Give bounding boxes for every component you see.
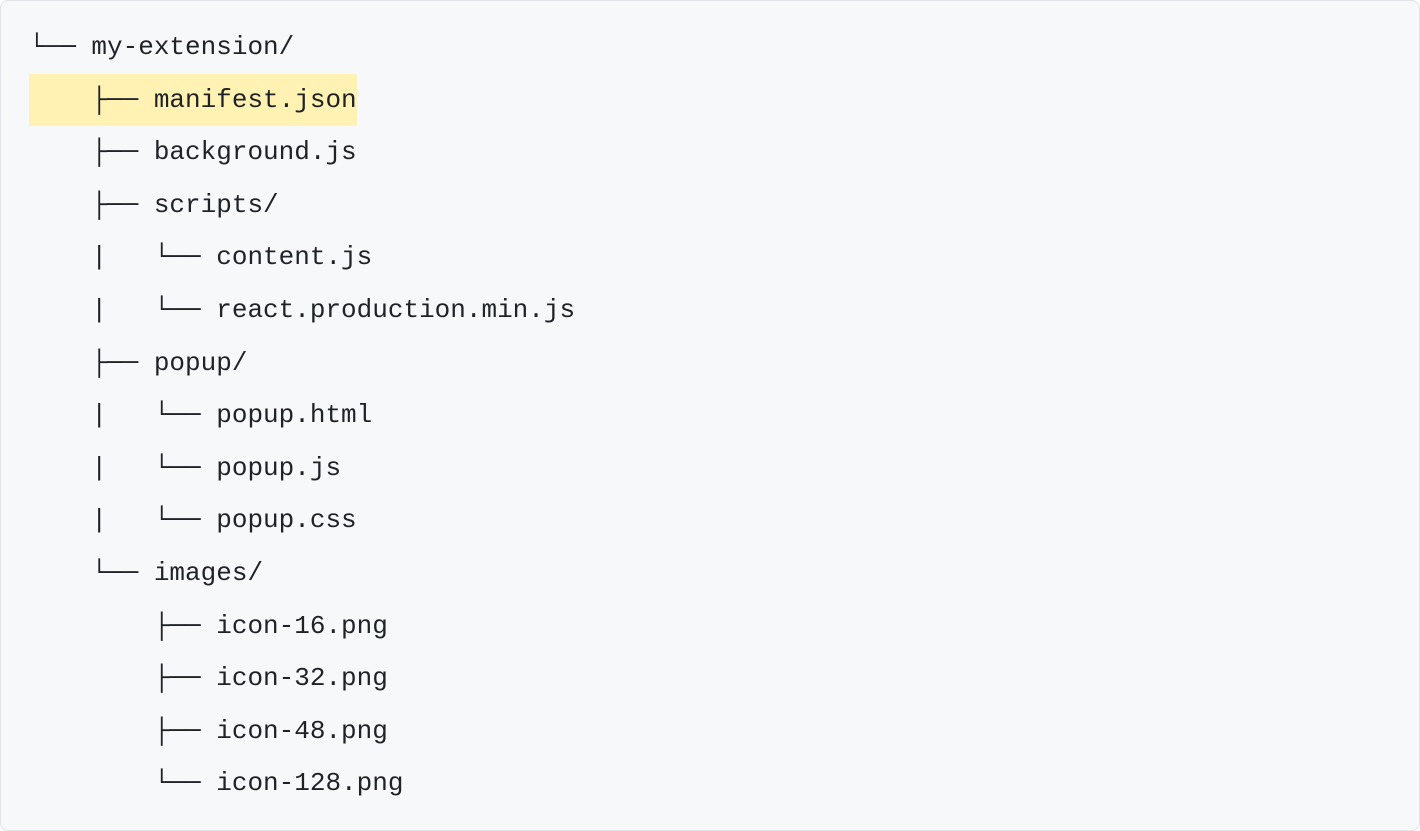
tree-name: scripts/ [154, 190, 279, 220]
tree-prefix: | └── [29, 453, 216, 483]
tree-prefix: | └── [29, 400, 216, 430]
tree-prefix: ├── [29, 137, 154, 167]
tree-line: | └── react.production.min.js [29, 284, 1419, 337]
tree-prefix: └── [29, 32, 91, 62]
tree-line: ├── icon-32.png [29, 652, 1419, 705]
tree-prefix: ├── [29, 348, 154, 378]
tree-name: popup.html [216, 400, 372, 430]
tree-prefix: | └── [29, 505, 216, 535]
tree-name: icon-128.png [216, 768, 403, 798]
tree-name: icon-48.png [216, 716, 388, 746]
tree-line: └── images/ [29, 547, 1419, 600]
tree-prefix: └── [29, 558, 154, 588]
code-block: └── my-extension/ ├── manifest.json ├── … [0, 0, 1420, 831]
tree-line: ├── background.js [29, 126, 1419, 179]
tree-line: | └── popup.html [29, 389, 1419, 442]
tree-name: icon-16.png [216, 611, 388, 641]
tree-line: ├── scripts/ [29, 179, 1419, 232]
tree-line: | └── content.js [29, 231, 1419, 284]
tree-prefix: ├── [29, 611, 216, 641]
directory-tree: └── my-extension/ ├── manifest.json ├── … [1, 21, 1419, 810]
tree-prefix: ├── [29, 190, 154, 220]
tree-name: popup.css [216, 505, 356, 535]
tree-prefix: | └── [29, 295, 216, 325]
tree-line: | └── popup.js [29, 442, 1419, 495]
tree-name: my-extension/ [91, 32, 294, 62]
tree-prefix: | └── [29, 242, 216, 272]
tree-prefix: ├── [29, 85, 154, 115]
tree-prefix: └── [29, 768, 216, 798]
tree-line: ├── icon-16.png [29, 600, 1419, 653]
tree-name: background.js [154, 137, 357, 167]
tree-prefix: ├── [29, 716, 216, 746]
tree-line-highlighted: ├── manifest.json [29, 74, 1419, 127]
tree-name: popup.js [216, 453, 341, 483]
tree-name: popup/ [154, 348, 248, 378]
tree-name: react.production.min.js [216, 295, 575, 325]
tree-name: manifest.json [154, 85, 357, 115]
tree-line: | └── popup.css [29, 494, 1419, 547]
tree-name: content.js [216, 242, 372, 272]
tree-name: images/ [154, 558, 263, 588]
tree-line: ├── popup/ [29, 337, 1419, 390]
tree-line: ├── icon-48.png [29, 705, 1419, 758]
tree-line: └── icon-128.png [29, 757, 1419, 810]
tree-line: └── my-extension/ [29, 21, 1419, 74]
tree-name: icon-32.png [216, 663, 388, 693]
highlight-span: ├── manifest.json [29, 74, 357, 127]
tree-prefix: ├── [29, 663, 216, 693]
